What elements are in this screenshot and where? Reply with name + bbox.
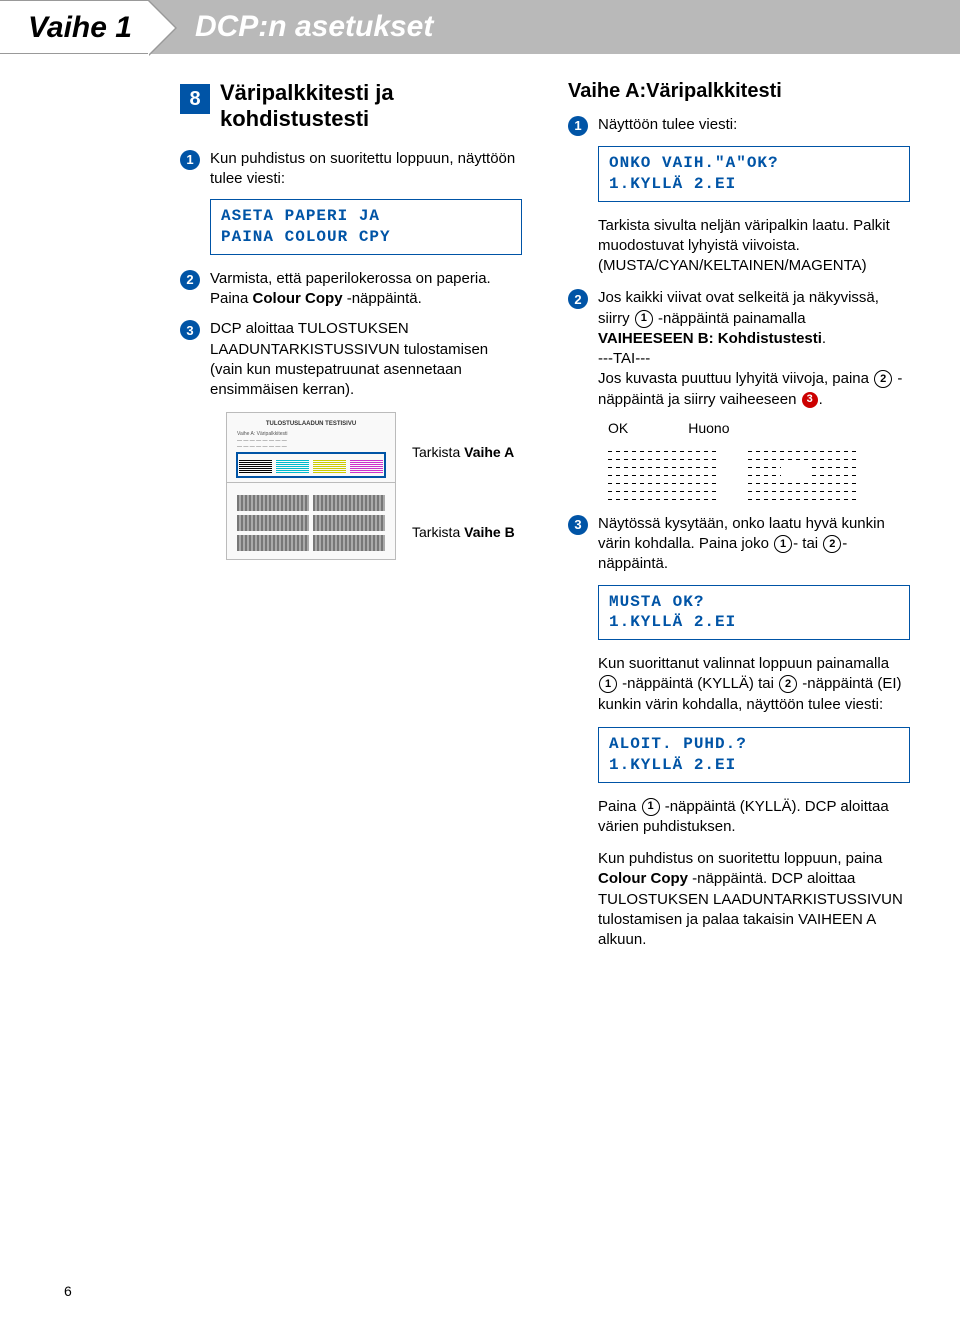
right-step-3-text: Näytössä kysytään, onko laatu hyvä kunki… <box>598 514 910 575</box>
key-1-icon: 1 <box>774 535 792 553</box>
stripe-magenta <box>350 459 383 473</box>
section-8-title: Väripalkkitesti ja kohdistustesti <box>220 80 522 133</box>
gray-block <box>237 515 309 531</box>
circle-3-icon: 3 <box>180 320 200 340</box>
right-para-2: Kun suorittanut valinnat loppuun painama… <box>598 654 910 715</box>
circle-2-icon: 2 <box>180 270 200 290</box>
stripe-yellow <box>313 459 346 473</box>
key-colour-copy: Colour Copy <box>253 290 343 307</box>
tai-separator: ---TAI--- <box>598 350 650 367</box>
text: Kun puhdistus on suoritettu loppuun, pai… <box>598 850 882 867</box>
test-sheet-diagram: TULOSTUSLAADUN TESTISIVU Vaihe A: Väripa… <box>226 412 522 540</box>
text: -näppäintä (KYLLÄ) tai <box>618 675 778 692</box>
check-b-row: Tarkista Vaihe B <box>406 524 522 540</box>
key-2-icon: 2 <box>874 370 892 388</box>
text: Tarkista <box>412 444 464 460</box>
right-step-2: 2 Jos kaikki viivat ovat selkeitä ja näk… <box>568 288 910 410</box>
stripe-black <box>239 459 272 473</box>
step-3-ref-icon: 3 <box>802 392 818 408</box>
page-number: 6 <box>64 1283 72 1299</box>
text: Tarkista <box>412 524 464 540</box>
left-step-1-text: Kun puhdistus on suoritettu loppuun, näy… <box>210 149 522 190</box>
right-step-1: 1 Näyttöön tulee viesti: <box>568 115 910 136</box>
text: - tai <box>793 535 822 552</box>
circle-1-icon: 1 <box>568 116 588 136</box>
text: Kun suorittanut valinnat loppuun painama… <box>598 655 889 672</box>
quality-samples <box>608 446 910 500</box>
circle-1-icon: 1 <box>180 150 200 170</box>
gray-block <box>237 535 309 551</box>
ok-label: OK <box>608 420 628 436</box>
key-1-icon: 1 <box>599 675 617 693</box>
right-step-1-text: Näyttöön tulee viesti: <box>598 115 910 136</box>
key-2-icon: 2 <box>779 675 797 693</box>
left-step-1: 1 Kun puhdistus on suoritettu loppuun, n… <box>180 149 522 190</box>
right-column: Vaihe A:Väripalkkitesti 1 Näyttöön tulee… <box>568 80 910 962</box>
text: Varmista, että paperilokerossa on paperi… <box>210 270 491 287</box>
right-para-1: Tarkista sivulta neljän väripalkin laatu… <box>598 216 910 277</box>
ok-huono-labels: OK Huono <box>608 420 910 436</box>
text: Jos kuvasta puuttuu lyhyitä viivoja, pai… <box>598 370 873 387</box>
circle-3-icon: 3 <box>568 515 588 535</box>
circle-2-icon: 2 <box>568 289 588 309</box>
text: Paina <box>598 798 641 815</box>
stripe-cyan <box>276 459 309 473</box>
lcd-display-r2: MUSTA OK? 1.KYLLÄ 2.EI <box>598 585 910 641</box>
left-step-2-text: Varmista, että paperilokerossa on paperi… <box>210 269 522 310</box>
lcd-display-r1: ONKO VAIH."A"OK? 1.KYLLÄ 2.EI <box>598 146 910 202</box>
key-colour-copy: Colour Copy <box>598 870 688 887</box>
huono-label: Huono <box>688 420 729 436</box>
text: -näppäintä. <box>343 290 422 307</box>
page: Vaihe 1 DCP:n asetukset 8 Väripalkkitest… <box>0 0 960 1317</box>
section-8-head: 8 Väripalkkitesti ja kohdistustesti <box>180 80 522 133</box>
vaihe-a-title: Vaihe A:Väripalkkitesti <box>568 80 910 103</box>
test-sheet-bottom <box>226 482 396 560</box>
right-para-3: Paina 1 -näppäintä (KYLLÄ). DCP aloittaa… <box>598 797 910 838</box>
sheet-highlight-a <box>237 453 385 477</box>
key-2-icon: 2 <box>823 535 841 553</box>
key-1-icon: 1 <box>642 798 660 816</box>
right-step-3: 3 Näytössä kysytään, onko laatu hyvä kun… <box>568 514 910 575</box>
section-number-8: 8 <box>180 84 210 114</box>
key-1-icon: 1 <box>635 310 653 328</box>
left-step-2: 2 Varmista, että paperilokerossa on pape… <box>180 269 522 310</box>
left-step-3-text: DCP aloittaa TULOSTUKSEN LAADUNTARKISTUS… <box>210 319 522 400</box>
check-b-label: Vaihe B <box>464 524 515 540</box>
gray-block <box>313 535 385 551</box>
sample-bad <box>748 448 858 500</box>
left-step-3: 3 DCP aloittaa TULOSTUKSEN LAADUNTARKIST… <box>180 319 522 400</box>
step-badge: Vaihe 1 <box>0 0 149 54</box>
right-step-2-text: Jos kaikki viivat ovat selkeitä ja näkyv… <box>598 288 910 410</box>
gray-block <box>313 495 385 511</box>
vaiheeseen-b: VAIHEESEEN B: Kohdistustesti <box>598 330 822 347</box>
content: 8 Väripalkkitesti ja kohdistustesti 1 Ku… <box>0 54 960 962</box>
page-title: DCP:n asetukset <box>149 0 960 54</box>
right-para-4: Kun puhdistus on suoritettu loppuun, pai… <box>598 849 910 950</box>
check-a-row: Tarkista Vaihe A <box>406 444 522 460</box>
lcd-display-1: ASETA PAPERI JA PAINA COLOUR CPY <box>210 199 522 255</box>
sheet-title: TULOSTUSLAADUN TESTISIVU <box>237 421 385 427</box>
text: -näppäintä painamalla <box>654 310 806 327</box>
check-a-label: Vaihe A <box>464 444 514 460</box>
left-column: 8 Väripalkkitesti ja kohdistustesti 1 Ku… <box>180 80 522 962</box>
gray-block <box>313 515 385 531</box>
sample-ok <box>608 448 718 500</box>
text: Paina <box>210 290 253 307</box>
test-sheet-top: TULOSTUSLAADUN TESTISIVU Vaihe A: Väripa… <box>226 412 396 486</box>
page-header: Vaihe 1 DCP:n asetukset <box>0 0 960 54</box>
gray-block <box>237 495 309 511</box>
lcd-display-r3: ALOIT. PUHD.? 1.KYLLÄ 2.EI <box>598 727 910 783</box>
